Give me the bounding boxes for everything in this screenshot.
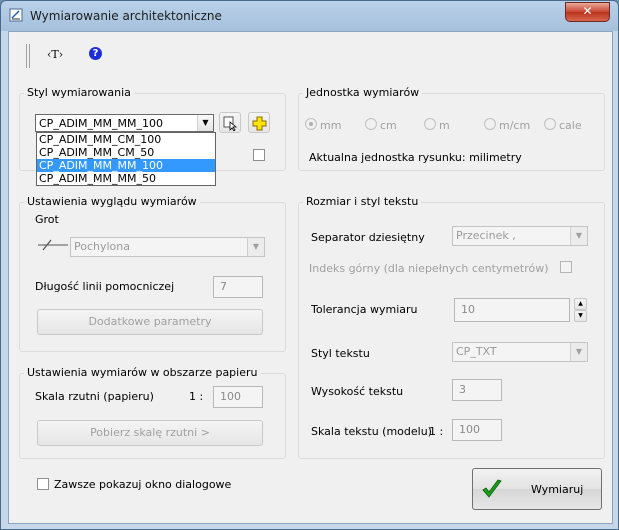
arrow-value: Pochylona [74, 240, 130, 253]
chevron-down-icon[interactable]: ▼ [570, 227, 587, 245]
ext-line-input[interactable]: 7 [213, 276, 263, 298]
model-scale-prefix: 1 : [429, 425, 444, 438]
always-show-label: Zawsze pokazuj okno dialogowe [54, 478, 232, 491]
unit-radio-m[interactable] [424, 118, 436, 130]
checkmark-icon [482, 479, 502, 498]
dropdown-option[interactable]: CP_ADIM_MM_CM_50 [37, 146, 215, 159]
close-button[interactable]: ✕ [565, 2, 610, 22]
unit-radio-cm[interactable] [365, 118, 377, 130]
app-icon [9, 8, 23, 22]
window-title: Wymiarowanie architektoniczne [30, 9, 222, 23]
chevron-down-icon[interactable]: ▼ [247, 238, 264, 256]
extra-params-button[interactable]: Dodatkowe parametry [37, 309, 263, 335]
chevron-down-icon[interactable]: ▼ [570, 343, 587, 361]
unit-label-m-cm: m/cm [499, 119, 531, 132]
text-height-label: Wysokość tekstu [311, 385, 404, 398]
decimal-label: Separator dziesiętny [311, 231, 425, 244]
tolerance-spin-down[interactable]: ▼ [574, 310, 587, 322]
dropdown-option[interactable]: CP_ADIM_MM_MM_50 [37, 172, 215, 185]
text-style-label: Styl tekstu [311, 347, 370, 360]
pick-style-button[interactable] [219, 112, 241, 133]
text-style-value: CP_TXT [456, 345, 497, 358]
dimension-style-value: CP_ADIM_MM_MM_100 [39, 117, 164, 130]
superscript-label: Indeks górny (dla niepełnych centymetrów… [309, 262, 549, 275]
paper-scale-prefix: 1 : [189, 390, 204, 403]
always-show-checkbox[interactable] [37, 478, 49, 490]
help-icon[interactable]: ? [89, 47, 102, 60]
chevron-down-icon[interactable]: ▼ [197, 115, 213, 131]
model-scale-label: Skala tekstu (modelu) [311, 425, 432, 438]
title-bar[interactable]: Wymiarowanie architektoniczne ✕ [1, 1, 618, 31]
text-height-input[interactable]: 3 [452, 379, 502, 401]
tolerance-input[interactable]: 10 [454, 298, 570, 322]
unit-radio-mm[interactable] [305, 118, 317, 130]
appearance-legend: Ustawienia wyglądu wymiarów [24, 195, 200, 208]
unit-label-mm: mm [320, 119, 342, 132]
text-settings-legend: Rozmiar i styl tekstu [303, 195, 422, 208]
dialog-client: ‹T› ? Styl wymiarowania CP_ADIM_MM_MM_10… [8, 31, 613, 524]
ok-button[interactable]: Wymiaruj [472, 468, 602, 510]
arrow-label: Grot [35, 213, 59, 226]
dimension-style-legend: Styl wymiarowania [24, 86, 134, 99]
dropdown-option[interactable]: CP_ADIM_MM_CM_100 [37, 133, 215, 146]
dialog-window: Wymiarowanie architektoniczne ✕ ‹T› ? St… [0, 0, 619, 530]
style-option-checkbox[interactable] [253, 149, 265, 161]
arrow-select[interactable]: Pochylona ▼ [70, 237, 265, 257]
tolerance-spin-up[interactable]: ▲ [574, 298, 587, 310]
ext-line-label: Długość linii pomocniczej [35, 280, 175, 293]
model-scale-input[interactable]: 100 [452, 419, 502, 441]
add-style-button[interactable] [248, 112, 270, 133]
current-unit-label: Aktualna jednostka rysunku: milimetry [309, 151, 522, 164]
grip-icon [26, 44, 30, 68]
unit-label-cm: cm [380, 119, 397, 132]
text-style-select[interactable]: CP_TXT ▼ [452, 342, 588, 362]
text-tool-icon[interactable]: ‹T› [47, 48, 63, 61]
decimal-select[interactable]: Przecinek , ▼ [452, 226, 588, 246]
decimal-value: Przecinek , [456, 229, 516, 242]
fetch-scale-button[interactable]: Pobierz skalę rzutni > [37, 420, 263, 446]
dimension-style-dropdown-list[interactable]: CP_ADIM_MM_CM_100 CP_ADIM_MM_CM_50 CP_AD… [36, 132, 216, 186]
dimension-style-select[interactable]: CP_ADIM_MM_MM_100 ▼ [35, 114, 214, 132]
ok-button-label: Wymiaruj [531, 483, 584, 496]
unit-label-m: m [439, 119, 450, 132]
plus-icon [252, 116, 267, 131]
unit-label-inches: cale [559, 119, 582, 132]
units-legend: Jednostka wymiarów [303, 86, 423, 99]
superscript-checkbox[interactable] [560, 261, 572, 273]
paper-scale-label: Skala rzutni (papieru) [35, 390, 154, 403]
unit-radio-inches[interactable] [544, 118, 556, 130]
paper-scale-input[interactable]: 100 [213, 386, 263, 408]
slanted-arrow-icon [38, 239, 68, 251]
tolerance-label: Tolerancja wymiaru [311, 303, 418, 316]
pick-cursor-icon [223, 116, 238, 131]
paper-legend: Ustawienia wymiarów w obszarze papieru [24, 366, 261, 379]
dropdown-option-selected[interactable]: CP_ADIM_MM_MM_100 [37, 159, 215, 172]
unit-radio-m-cm[interactable] [484, 118, 496, 130]
